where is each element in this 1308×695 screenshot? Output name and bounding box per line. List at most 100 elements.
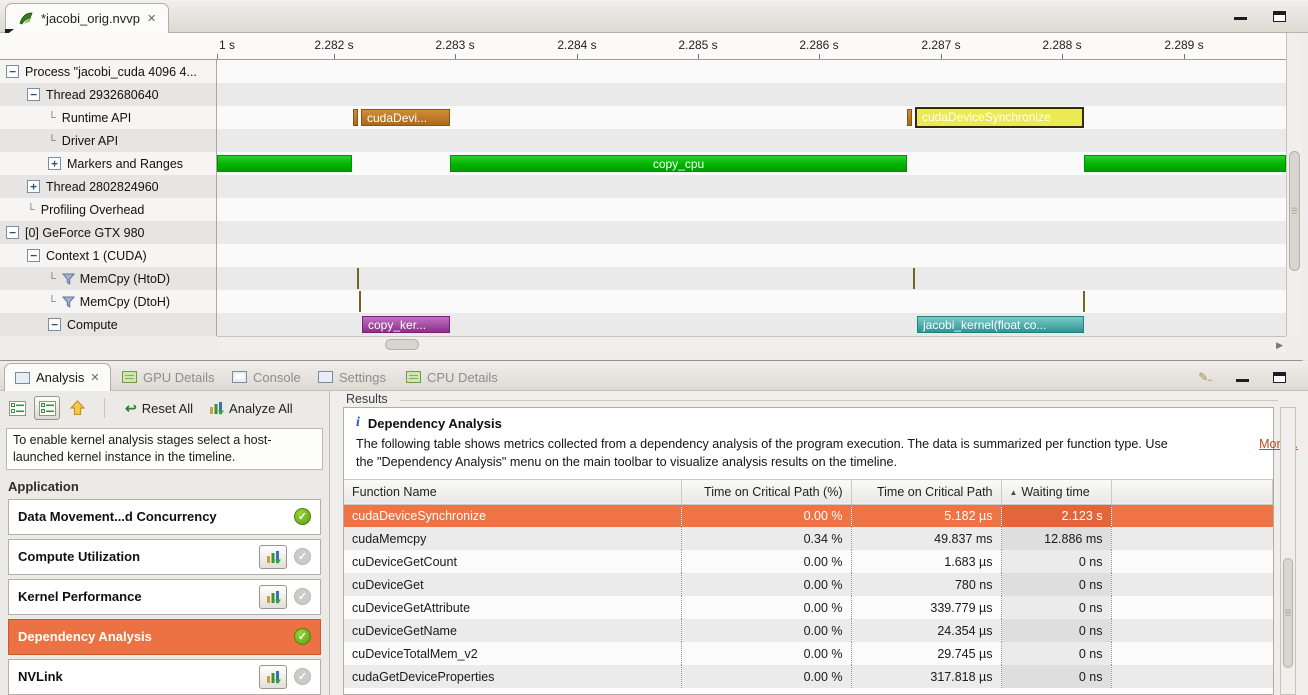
close-icon[interactable]: ✕ — [147, 12, 156, 25]
list-view-checked-icon[interactable] — [34, 396, 60, 420]
stage-card-nvlink[interactable]: NVLink ✓ — [8, 659, 321, 695]
column-header-waiting-time[interactable]: ▲Waiting time — [1001, 479, 1111, 504]
kernel-bar[interactable]: copy_ker... — [362, 316, 450, 333]
stage-card-dependency-analysis[interactable]: Dependency Analysis ✓ — [8, 619, 321, 655]
tree-item-context-1-cuda[interactable]: − Context 1 (CUDA) — [0, 244, 217, 267]
filter-funnel-icon[interactable] — [62, 273, 75, 285]
stage-card-kernel-performance[interactable]: Kernel Performance ✓ — [8, 579, 321, 615]
analyze-all-button[interactable]: Analyze All — [203, 396, 299, 420]
tab-console[interactable]: Console — [222, 363, 311, 391]
marker-range-bar[interactable] — [217, 155, 352, 172]
timeline-ruler[interactable]: 1 s 2.282 s 2.283 s 2.284 s 2.285 s 2.28… — [0, 33, 1286, 60]
editor-tab-jacobi[interactable]: *jacobi_orig.nvvp ✕ — [5, 3, 169, 33]
marker-range-bar[interactable]: copy_cpu — [450, 155, 907, 172]
tree-collapse-icon[interactable]: − — [48, 318, 61, 331]
memcpy-interval-bar[interactable] — [913, 268, 915, 289]
stage-card-data-movement[interactable]: Data Movement...d Concurrency ✓ — [8, 499, 321, 535]
timeline-vertical-scrollbar[interactable]: ☰ — [1286, 33, 1302, 336]
tree-item-profiling-overhead[interactable]: └ Profiling Overhead — [0, 198, 217, 221]
tree-item-markers-and-ranges[interactable]: + Markers and Ranges — [0, 152, 217, 175]
api-call-bar[interactable] — [907, 109, 912, 126]
ruler-label: 1 s — [219, 38, 235, 52]
editor-tabbar: *jacobi_orig.nvvp ✕ — [0, 0, 1308, 33]
tree-item-thread-2932680640[interactable]: − Thread 2932680640 — [0, 83, 217, 106]
results-vertical-scrollbar[interactable]: ☰ — [1280, 407, 1296, 695]
tree-collapse-icon[interactable]: − — [6, 226, 19, 239]
table-row[interactable]: cudaMemcpy 0.34 % 49.837 ms 12.886 ms — [344, 527, 1273, 550]
timeline-track-process[interactable] — [217, 60, 1286, 83]
maximize-icon[interactable] — [1273, 11, 1286, 22]
maximize-icon[interactable] — [1273, 372, 1286, 383]
filter-funnel-icon[interactable] — [62, 296, 75, 308]
tree-collapse-icon[interactable]: − — [27, 88, 40, 101]
timeline-track-memcpy-dtoh[interactable] — [217, 290, 1286, 313]
column-header-empty[interactable] — [1111, 479, 1273, 504]
table-row[interactable]: cuDeviceGetName 0.00 % 24.354 µs 0 ns — [344, 619, 1273, 642]
tree-item-thread-2802824960[interactable]: + Thread 2802824960 — [0, 175, 217, 198]
scroll-right-arrow-icon[interactable]: ▶ — [1276, 340, 1283, 351]
table-row[interactable]: cudaDeviceSynchronize 0.00 % 5.182 µs 2.… — [344, 504, 1273, 527]
timeline-track-compute[interactable]: copy_ker... jacobi_kernel(float co... — [217, 313, 1286, 336]
scrollbar-thumb[interactable] — [385, 339, 419, 350]
timeline-track-memcpy-htod[interactable] — [217, 267, 1286, 290]
scrollbar-thumb[interactable]: ☰ — [1289, 151, 1300, 271]
timeline-track-driver-api[interactable] — [217, 129, 1286, 152]
run-analysis-button[interactable] — [259, 665, 287, 689]
column-header-critical-path[interactable]: Time on Critical Path — [851, 479, 1001, 504]
timeline-track-context-1[interactable] — [217, 244, 1286, 267]
tree-item-memcpy-dtoh[interactable]: └ MemCpy (DtoH) — [0, 290, 217, 313]
timeline-track-profiling-overhead[interactable] — [217, 198, 1286, 221]
table-row[interactable]: cuDeviceGetAttribute 0.00 % 339.779 µs 0… — [344, 596, 1273, 619]
tab-cpu-details[interactable]: CPU Details — [396, 363, 508, 391]
timeline-track-geforce-gtx-980[interactable] — [217, 221, 1286, 244]
pending-check-icon: ✓ — [294, 668, 311, 685]
minimize-icon[interactable] — [1234, 11, 1247, 20]
ruler-label: 2.289 s — [1164, 38, 1203, 52]
run-analysis-button[interactable] — [259, 545, 287, 569]
tree-item-memcpy-htod[interactable]: └ MemCpy (HtoD) — [0, 267, 217, 290]
timeline-track-thread-2802824960[interactable] — [217, 175, 1286, 198]
ruler-label: 2.285 s — [678, 38, 717, 52]
list-view-icon[interactable] — [4, 396, 30, 420]
close-icon[interactable]: ✕ — [90, 371, 99, 384]
tree-item-runtime-api[interactable]: └ Runtime API — [0, 106, 217, 129]
memcpy-interval-bar[interactable] — [359, 291, 361, 312]
tree-collapse-icon[interactable]: − — [27, 249, 40, 262]
scrollbar-thumb[interactable]: ☰ — [1283, 558, 1293, 668]
timeline-track-thread-2932680640[interactable] — [217, 83, 1286, 106]
selected-api-call-bar[interactable]: cudaDeviceSynchronize — [915, 107, 1084, 128]
column-header-function-name[interactable]: Function Name — [344, 479, 681, 504]
minimize-icon[interactable] — [1236, 373, 1249, 382]
timeline-track-markers-and-ranges[interactable]: copy_cpu — [217, 152, 1286, 175]
tab-analysis[interactable]: Analysis ✕ — [4, 363, 111, 391]
promote-up-arrow-icon[interactable] — [64, 396, 90, 420]
table-row[interactable]: cuDeviceGetCount 0.00 % 1.683 µs 0 ns — [344, 550, 1273, 573]
tree-expand-icon[interactable]: + — [27, 180, 40, 193]
tree-item-geforce-gtx-980[interactable]: − [0] GeForce GTX 980 — [0, 221, 217, 244]
run-analysis-button[interactable] — [259, 585, 287, 609]
kernel-bar[interactable]: jacobi_kernel(float co... — [917, 316, 1084, 333]
tree-expand-icon[interactable]: + — [48, 157, 61, 170]
tab-gpu-details[interactable]: GPU Details — [112, 363, 225, 391]
timeline-track-runtime-api[interactable]: cudaDevi... cudaDeviceSynchronize — [217, 106, 1286, 129]
api-call-bar[interactable]: cudaDevi... — [361, 109, 450, 126]
column-header-critical-path-pct[interactable]: Time on Critical Path (%) — [681, 479, 851, 504]
table-row[interactable]: cuDeviceGet 0.00 % 780 ns 0 ns — [344, 573, 1273, 596]
api-call-bar[interactable] — [353, 109, 358, 126]
tree-collapse-icon[interactable]: − — [6, 65, 19, 78]
panel-tabbar: Analysis ✕ GPU Details Console Settings … — [0, 361, 1308, 391]
view-menu-pencil-icon[interactable]: ✎.. — [1198, 370, 1212, 384]
memcpy-interval-bar[interactable] — [357, 268, 359, 289]
reset-all-button[interactable]: ↩ Reset All — [119, 396, 199, 420]
table-row[interactable]: cuDeviceTotalMem_v2 0.00 % 29.745 µs 0 n… — [344, 642, 1273, 665]
tab-settings[interactable]: Settings — [308, 363, 396, 391]
timeline-horizontal-scrollbar[interactable]: ▶ — [217, 336, 1286, 352]
stage-card-compute-utilization[interactable]: Compute Utilization ✓ — [8, 539, 321, 575]
tree-item-process[interactable]: − Process "jacobi_cuda 4096 4... — [0, 60, 217, 83]
marker-range-bar[interactable] — [1084, 155, 1286, 172]
memcpy-interval-bar[interactable] — [1083, 291, 1085, 312]
console-icon — [232, 371, 247, 383]
tree-item-compute[interactable]: − Compute — [0, 313, 217, 336]
tree-item-driver-api[interactable]: └ Driver API — [0, 129, 217, 152]
table-row[interactable]: cudaGetDeviceProperties 0.00 % 317.818 µ… — [344, 665, 1273, 688]
